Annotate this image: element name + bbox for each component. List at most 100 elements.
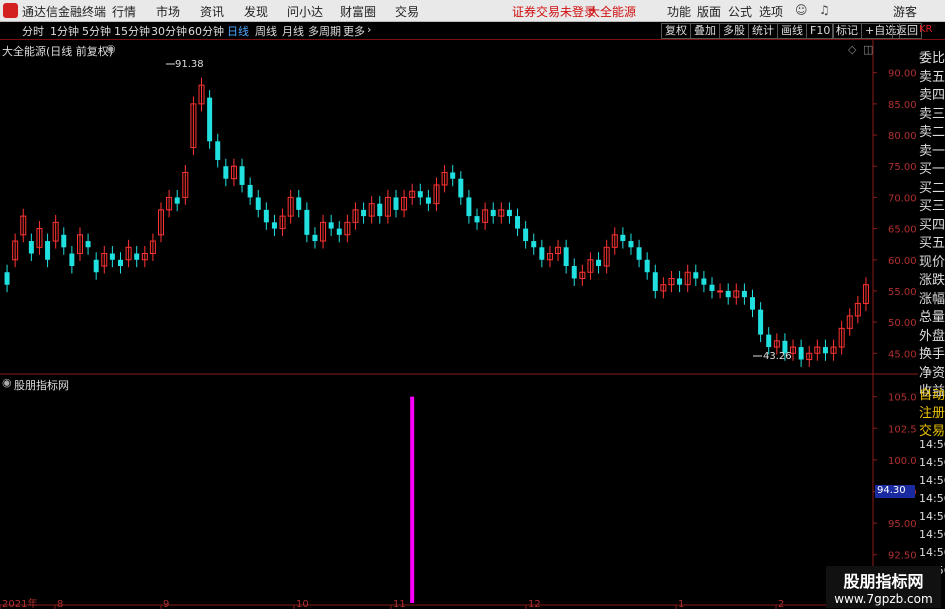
app-logo-icon — [3, 3, 18, 18]
price-tick-label: 70.00 — [888, 193, 917, 204]
quote-field: 14:56 — [919, 474, 945, 487]
price-tick-label: 80.00 — [888, 131, 917, 142]
candle-body — [596, 259, 602, 266]
candle-body — [215, 141, 221, 160]
quote-field: 14:56 — [919, 438, 945, 451]
quote-field: 卖五 — [919, 69, 945, 85]
title-bar: 通达信金融终端 行情 市场 资讯 发现 问小达 财富圈 交易 证券交易未登录 大… — [0, 0, 945, 22]
candle-body — [758, 309, 764, 335]
quote-field: 净资 — [919, 365, 945, 381]
candle-body — [539, 247, 545, 260]
chevron-right-icon[interactable]: › — [367, 23, 371, 36]
stats-button[interactable]: 统计 — [748, 23, 778, 39]
period-monthly[interactable]: 月线 — [282, 23, 304, 39]
quote-field: 现价 — [919, 254, 945, 270]
bell-icon[interactable]: ♫ — [819, 3, 830, 17]
user-label[interactable]: 游客 — [893, 3, 917, 20]
period-multi[interactable]: 多周期 — [308, 23, 341, 39]
quote-field: 14:56 — [919, 528, 945, 541]
candle-body — [506, 209, 512, 217]
candle-body — [571, 266, 577, 279]
candle-body — [134, 253, 140, 260]
candle-body — [822, 347, 828, 354]
price-tick-label: 50.00 — [888, 318, 917, 329]
period-1min[interactable]: 1分钟 — [50, 23, 79, 39]
diamond-icon[interactable]: ◇ — [848, 43, 856, 56]
candle-body — [255, 197, 261, 210]
overlay-button[interactable]: 叠加 — [690, 23, 720, 39]
candle-body — [223, 166, 229, 179]
period-30min[interactable]: 30分钟 — [151, 23, 187, 39]
period-5min[interactable]: 5分钟 — [82, 23, 111, 39]
headset-icon[interactable]: ☺ — [795, 3, 808, 17]
quote-field: 卖二 — [919, 125, 945, 140]
menu-news[interactable]: 资讯 — [200, 3, 224, 20]
candle-body — [45, 241, 51, 260]
login-notice[interactable]: 证券交易未登录 — [512, 3, 596, 20]
candle-body — [417, 191, 423, 198]
draw-button[interactable]: 画线 — [777, 23, 807, 39]
price-tick-label: 60.00 — [888, 256, 917, 267]
period-60min[interactable]: 60分钟 — [188, 23, 224, 39]
candle-body — [458, 178, 464, 198]
candle-body — [28, 241, 34, 254]
candle-body — [531, 241, 537, 248]
period-more[interactable]: 更多 — [343, 23, 365, 39]
quote-field: 涨跌 — [919, 273, 945, 288]
watermark: 股朋指标网 www.7gpzb.com — [826, 566, 941, 608]
quote-field: 涨幅 — [919, 291, 945, 307]
multi-stock-button[interactable]: 多股 — [719, 23, 749, 39]
quote-field: 卖一 — [919, 143, 945, 159]
low-price-label: 43.26 — [763, 351, 792, 362]
menu-function[interactable]: 功能 — [667, 3, 691, 20]
candle-body — [296, 197, 302, 210]
date-label: 1 — [678, 599, 684, 609]
menu-market[interactable]: 市场 — [156, 3, 180, 20]
candle-body — [450, 172, 456, 179]
date-label: 12 — [528, 599, 541, 609]
candle-body — [563, 247, 569, 266]
candle-body — [652, 272, 658, 291]
quote-field: 14:56 — [919, 546, 945, 559]
candle-body — [628, 241, 634, 248]
f10-button[interactable]: F10 — [806, 23, 835, 39]
price-tick-label: 45.00 — [888, 349, 917, 360]
candle-body — [263, 209, 269, 223]
chart-options-icon[interactable]: ◉ — [106, 42, 116, 55]
candle-body — [377, 203, 383, 217]
indicator-toggle-icon[interactable]: ◉ — [2, 376, 12, 389]
candle-body — [750, 297, 756, 310]
menu-layout[interactable]: 版面 — [697, 3, 721, 20]
kline-chart[interactable]: 90.00 85.00 80.00 75.00 70.00 65.00 60.00 55.00… — [0, 40, 918, 609]
candle-body — [474, 216, 480, 223]
back-button[interactable]: 返回 — [892, 23, 922, 39]
menu-wealth[interactable]: 财富圈 — [340, 3, 376, 20]
date-label: 11 — [393, 599, 406, 609]
candle-body — [644, 259, 650, 273]
period-weekly[interactable]: 周线 — [255, 23, 277, 39]
candle-body — [693, 272, 699, 279]
menu-options[interactable]: 选项 — [759, 3, 783, 20]
menu-quotes[interactable]: 行情 — [112, 3, 136, 20]
candle-body — [361, 209, 367, 217]
date-label: 10 — [296, 599, 309, 609]
period-daily[interactable]: 日线 — [227, 23, 249, 39]
period-15min[interactable]: 15分钟 — [114, 23, 150, 39]
candle-body — [271, 222, 277, 229]
menu-ask[interactable]: 问小达 — [287, 3, 323, 20]
menu-formula[interactable]: 公式 — [728, 3, 752, 20]
high-price-label: 91.38 — [175, 59, 204, 70]
expand-icon[interactable]: ◫ — [863, 43, 873, 56]
quote-field: 换手 — [919, 347, 945, 362]
mark-button[interactable]: 标记 — [832, 23, 862, 39]
quote-field: 14:56 — [919, 510, 945, 523]
menu-trade[interactable]: 交易 — [395, 3, 419, 20]
adjust-button[interactable]: 复权 — [661, 23, 691, 39]
watermark-url: www.7gpzb.com — [834, 592, 933, 606]
candle-body — [61, 234, 67, 248]
candle-body — [328, 222, 334, 229]
candle-body — [109, 253, 115, 260]
menu-discover[interactable]: 发现 — [244, 3, 268, 20]
quote-field: 买一 — [919, 162, 945, 177]
period-intraday[interactable]: 分时 — [22, 23, 44, 39]
